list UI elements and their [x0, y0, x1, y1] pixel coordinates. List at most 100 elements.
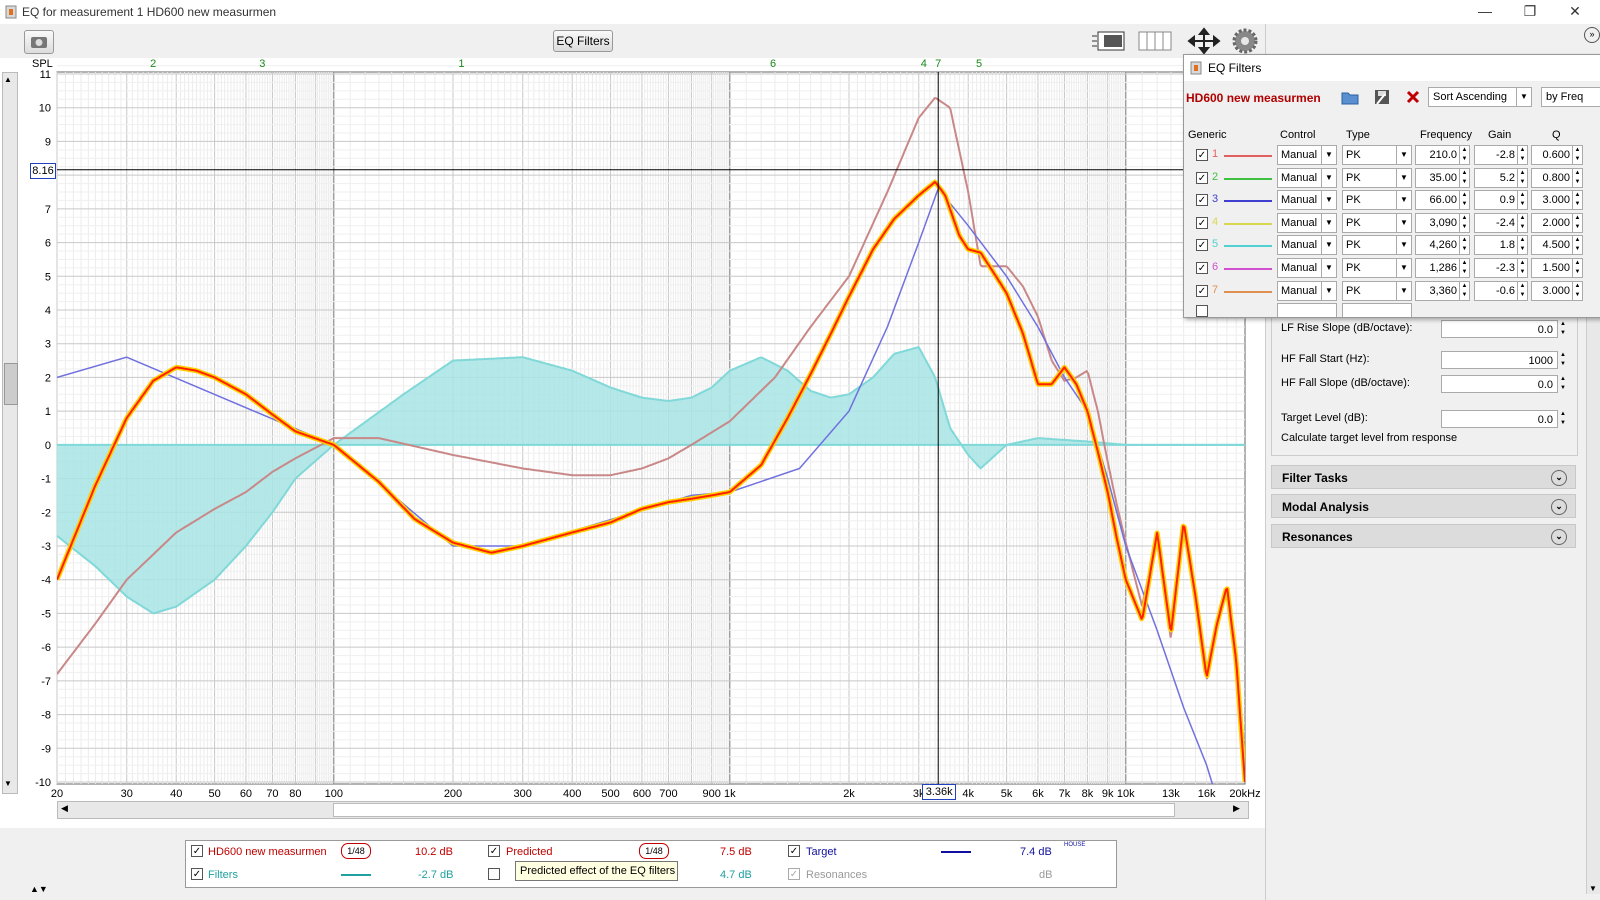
- control-select[interactable]: Manual ▼: [1277, 167, 1337, 188]
- filter-enable-checkbox[interactable]: ✓: [1196, 239, 1208, 252]
- legend-target-label[interactable]: Target: [806, 846, 837, 858]
- gain-input[interactable]: 1.8 ▲ ▼: [1474, 235, 1528, 256]
- target-visible-checkbox[interactable]: ✓: [788, 845, 800, 857]
- frequency-spinner[interactable]: ▲ ▼: [1459, 259, 1469, 277]
- target-level-input[interactable]: 0.0: [1441, 410, 1558, 428]
- scroll-left-icon[interactable]: ◀: [61, 803, 68, 814]
- q-spinner[interactable]: ▲ ▼: [1572, 259, 1582, 277]
- hf-fall-slope-spinner[interactable]: ▲ ▼: [1560, 375, 1566, 393]
- control-select[interactable]: Manual ▼: [1277, 212, 1337, 233]
- gain-spinner[interactable]: ▲ ▼: [1517, 236, 1527, 255]
- calculate-target-level-link[interactable]: Calculate target level from response: [1281, 432, 1457, 444]
- filter-enable-checkbox[interactable]: ✓: [1196, 149, 1208, 161]
- expand-chevron-icon[interactable]: ⌄: [1551, 470, 1567, 486]
- type-select[interactable]: PK ▼: [1342, 280, 1412, 301]
- filters-visible-checkbox[interactable]: ✓: [191, 868, 203, 880]
- chart-svg[interactable]: 11109876543210-1-2-3-4-5-6-7-8-9-1020304…: [0, 58, 1265, 828]
- frequency-input[interactable]: 210.0 ▲ ▼: [1415, 145, 1470, 165]
- dropdown-arrow-icon[interactable]: ▼: [1516, 88, 1531, 106]
- lf-rise-slope-spinner[interactable]: ▲ ▼: [1560, 320, 1566, 338]
- eq-filters-button[interactable]: EQ Filters: [553, 30, 613, 52]
- predicted-effect-checkbox[interactable]: [488, 868, 500, 880]
- legend-hd600-label[interactable]: HD600 new measurmen: [208, 846, 327, 858]
- frequency-spinner[interactable]: ▲ ▼: [1459, 191, 1469, 210]
- predicted-visible-checkbox[interactable]: ✓: [488, 845, 500, 857]
- q-spinner[interactable]: ▲ ▼: [1572, 213, 1582, 232]
- hf-fall-start-spinner[interactable]: ▲ ▼: [1560, 351, 1566, 369]
- collapse-legend-icon[interactable]: ▲▼: [30, 884, 48, 894]
- dropdown-arrow-icon[interactable]: ▼: [1396, 146, 1411, 164]
- sort-order-select[interactable]: Sort Ascending ▼: [1428, 87, 1532, 107]
- layout-panel-icon[interactable]: [1090, 28, 1126, 54]
- q-input[interactable]: 4.500 ▲ ▼: [1531, 235, 1583, 256]
- filter-enable-checkbox[interactable]: ✓: [1196, 171, 1208, 184]
- hd600-visible-checkbox[interactable]: ✓: [191, 845, 203, 857]
- restore-button[interactable]: ❐: [1507, 0, 1553, 24]
- filter-enable-checkbox[interactable]: ✓: [1196, 194, 1208, 207]
- dropdown-arrow-icon[interactable]: ▼: [1396, 213, 1411, 232]
- frequency-spinner[interactable]: ▲ ▼: [1459, 168, 1469, 187]
- gain-spinner[interactable]: ▲ ▼: [1517, 146, 1527, 164]
- columns-icon[interactable]: [1137, 28, 1173, 54]
- q-spinner[interactable]: ▲ ▼: [1572, 168, 1582, 187]
- scroll-thumb[interactable]: [4, 363, 18, 405]
- predicted-smoothing-badge[interactable]: 1/48: [639, 843, 669, 859]
- gain-spinner[interactable]: ▲ ▼: [1517, 168, 1527, 187]
- move-arrows-icon[interactable]: [1187, 27, 1221, 55]
- q-spinner[interactable]: ▲ ▼: [1572, 191, 1582, 210]
- frequency-input[interactable]: 3,090 ▲ ▼: [1415, 212, 1470, 233]
- collapse-panel-icon[interactable]: »: [1584, 27, 1600, 43]
- camera-button[interactable]: [24, 30, 54, 54]
- eq-window-titlebar[interactable]: EQ Filters: [1184, 55, 1600, 81]
- dropdown-arrow-icon[interactable]: ▼: [1321, 259, 1336, 277]
- type-select[interactable]: PK ▼: [1342, 235, 1412, 256]
- q-input[interactable]: 2.000 ▲ ▼: [1531, 212, 1583, 233]
- legend-resonances-label[interactable]: Resonances: [806, 869, 867, 881]
- q-spinner[interactable]: ▲ ▼: [1572, 281, 1582, 300]
- expand-chevron-icon[interactable]: ⌄: [1551, 499, 1567, 515]
- clear-filters-icon[interactable]: [1405, 89, 1421, 105]
- type-select[interactable]: PK ▼: [1342, 190, 1412, 211]
- q-input[interactable]: 1.500 ▲ ▼: [1531, 258, 1583, 278]
- hf-fall-slope-input[interactable]: 0.0: [1441, 375, 1558, 393]
- dropdown-arrow-icon[interactable]: ▼: [1396, 168, 1411, 187]
- frequency-input[interactable]: 4,260 ▲ ▼: [1415, 235, 1470, 256]
- frequency-spinner[interactable]: ▲ ▼: [1459, 146, 1469, 164]
- filter-enable-checkbox[interactable]: ✓: [1196, 262, 1208, 274]
- settings-gear-icon[interactable]: [1232, 28, 1258, 54]
- legend-filters-label[interactable]: Filters: [208, 869, 238, 881]
- panel-scroll-down-icon[interactable]: ▼: [1589, 884, 1597, 893]
- gain-spinner[interactable]: ▲ ▼: [1517, 191, 1527, 210]
- type-select[interactable]: PK ▼: [1342, 258, 1412, 278]
- open-folder-icon[interactable]: [1341, 89, 1359, 105]
- lf-rise-slope-input[interactable]: 0.0: [1441, 320, 1558, 338]
- control-select[interactable]: [1277, 303, 1337, 317]
- scroll-down-icon[interactable]: ▼: [4, 779, 12, 788]
- control-select[interactable]: Manual ▼: [1277, 190, 1337, 211]
- control-select[interactable]: Manual ▼: [1277, 280, 1337, 301]
- scroll-thumb-h[interactable]: [333, 803, 1175, 817]
- frequency-input[interactable]: 1,286 ▲ ▼: [1415, 258, 1470, 278]
- minimize-button[interactable]: —: [1462, 0, 1508, 24]
- dropdown-arrow-icon[interactable]: ▼: [1321, 213, 1336, 232]
- dropdown-arrow-icon[interactable]: ▼: [1396, 191, 1411, 210]
- target-level-spinner[interactable]: ▲ ▼: [1560, 410, 1566, 428]
- control-select[interactable]: Manual ▼: [1277, 235, 1337, 256]
- scroll-right-icon[interactable]: ▶: [1233, 803, 1240, 814]
- q-input[interactable]: 0.800 ▲ ▼: [1531, 167, 1583, 188]
- dropdown-arrow-icon[interactable]: ▼: [1396, 259, 1411, 277]
- type-select[interactable]: PK ▼: [1342, 212, 1412, 233]
- frequency-input[interactable]: 66.00 ▲ ▼: [1415, 190, 1470, 211]
- filter-enable-checkbox[interactable]: ✓: [1196, 284, 1208, 297]
- gain-spinner[interactable]: ▲ ▼: [1517, 281, 1527, 300]
- filter-enable-checkbox[interactable]: ✓: [1196, 216, 1208, 229]
- eq-filters-window[interactable]: EQ Filters HD600 new measurmen Sort Asce…: [1183, 54, 1600, 318]
- q-spinner[interactable]: ▲ ▼: [1572, 146, 1582, 164]
- gain-spinner[interactable]: ▲ ▼: [1517, 213, 1527, 232]
- control-select[interactable]: Manual ▼: [1277, 258, 1337, 278]
- q-input[interactable]: 3.000 ▲ ▼: [1531, 190, 1583, 211]
- resonances-section[interactable]: Resonances ⌄: [1271, 524, 1576, 548]
- frequency-response-chart[interactable]: 11109876543210-1-2-3-4-5-6-7-8-9-1020304…: [0, 58, 1265, 828]
- gain-input[interactable]: -2.8 ▲ ▼: [1474, 145, 1528, 165]
- dropdown-arrow-icon[interactable]: ▼: [1321, 281, 1336, 300]
